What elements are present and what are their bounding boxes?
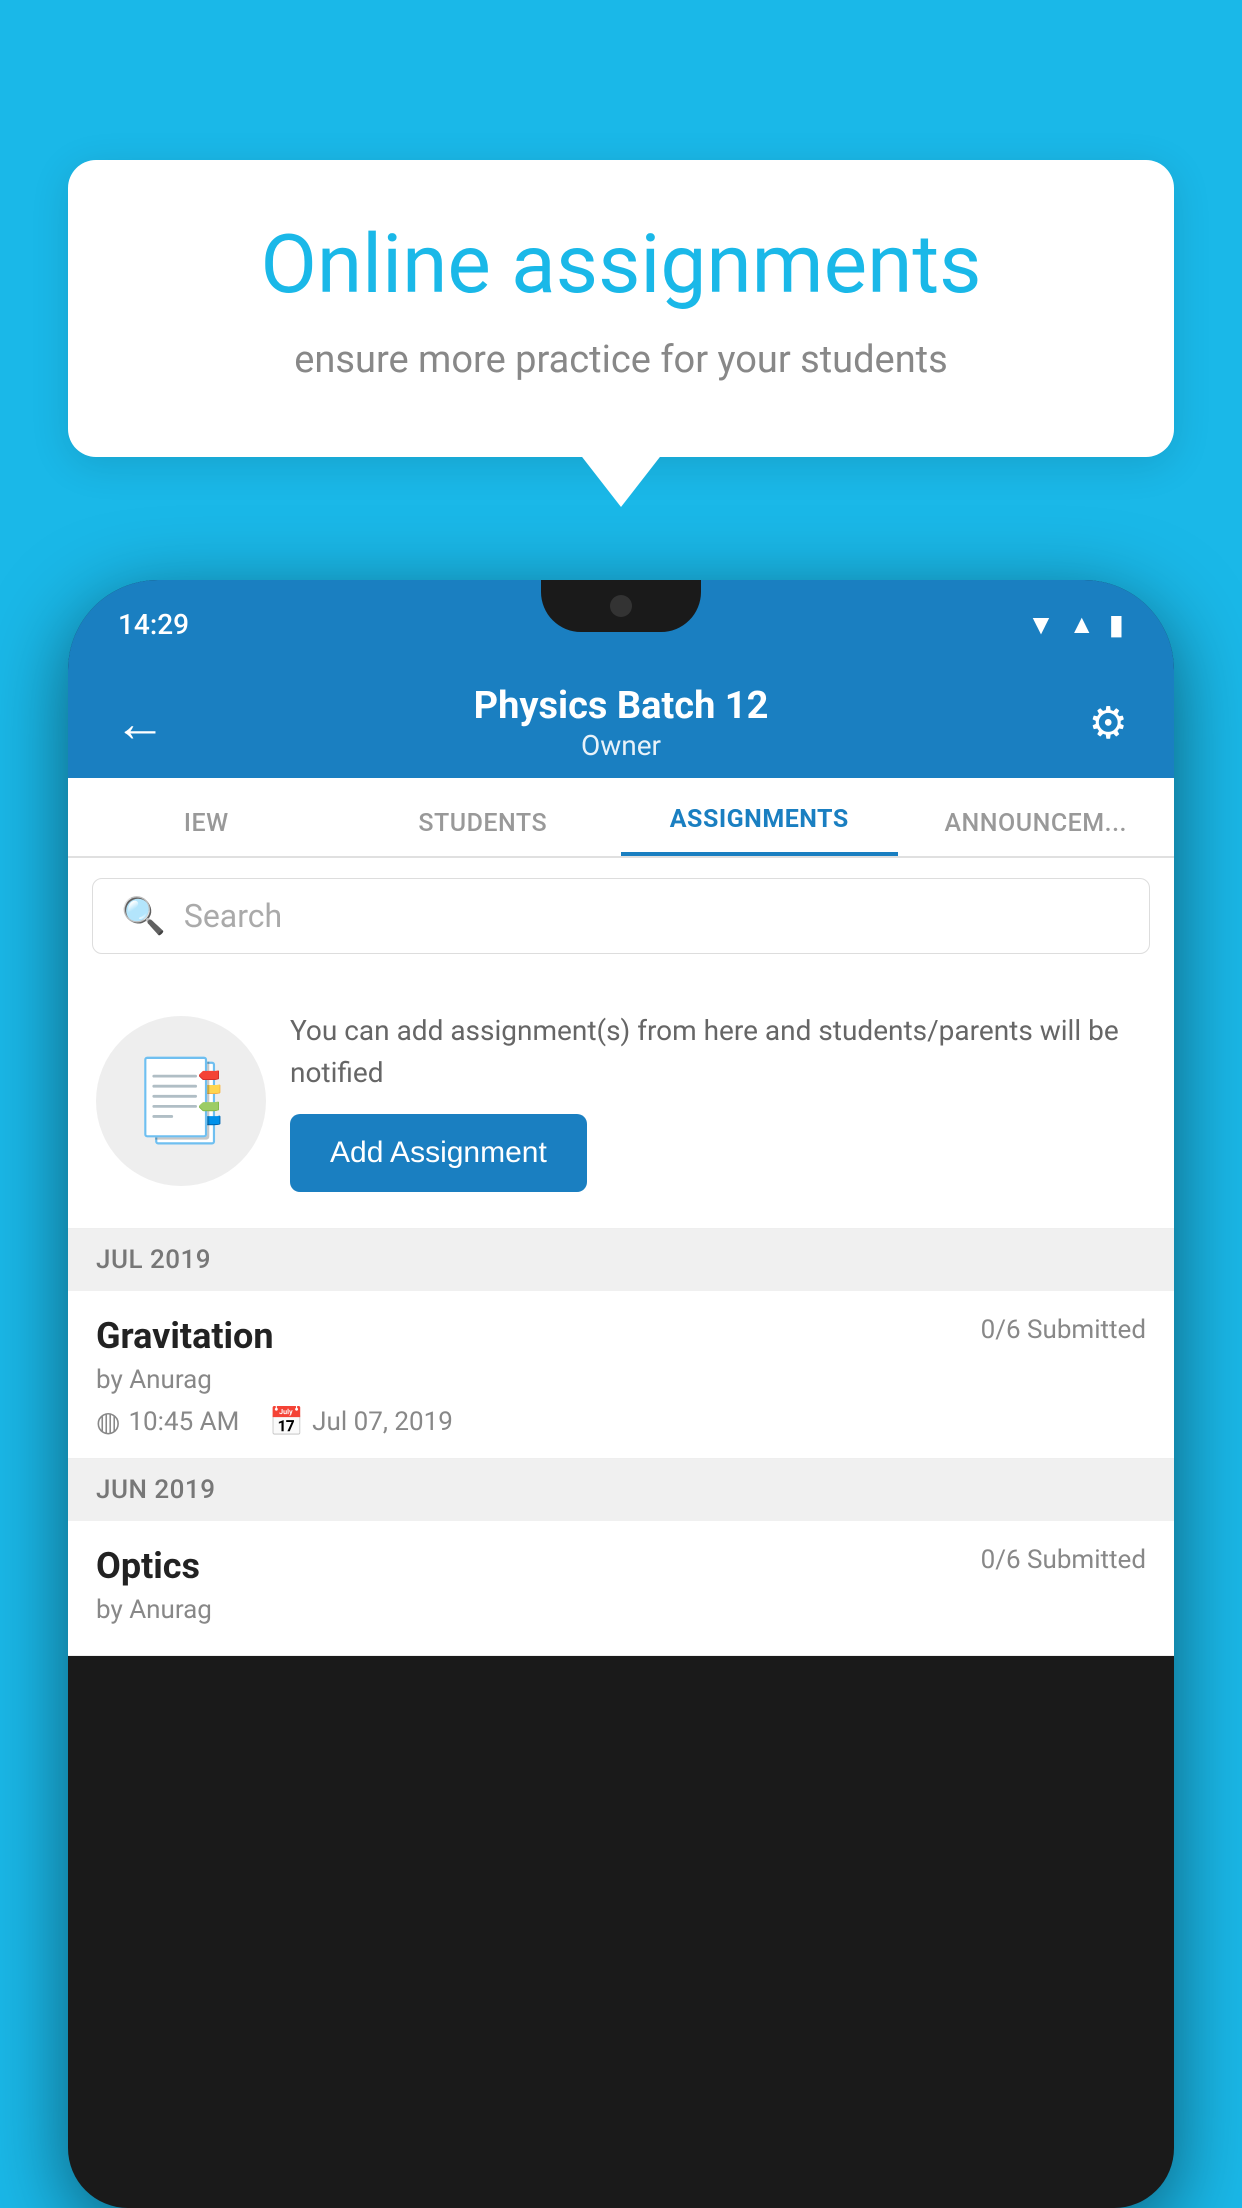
submitted-label: 0/6 Submitted bbox=[981, 1315, 1146, 1345]
phone-shell: 14:29 ▼ ▲ ▮ ← Physics Batch 12 Owner ⚙ I… bbox=[68, 580, 1174, 2208]
status-time: 14:29 bbox=[118, 608, 189, 641]
promo-text: You can add assignment(s) from here and … bbox=[290, 1010, 1146, 1094]
status-bar: 14:29 ▼ ▲ ▮ bbox=[68, 580, 1174, 668]
add-assignment-button[interactable]: Add Assignment bbox=[290, 1114, 587, 1192]
phone-content: 🔍 Search 📑 You can add assignment(s) fro… bbox=[68, 858, 1174, 1656]
notch bbox=[541, 580, 701, 632]
promo-right: You can add assignment(s) from here and … bbox=[290, 1010, 1146, 1192]
assignment-card-gravitation[interactable]: Gravitation 0/6 Submitted by Anurag ◍ 10… bbox=[68, 1291, 1174, 1459]
app-bar: ← Physics Batch 12 Owner ⚙ bbox=[68, 668, 1174, 778]
assignment-meta: ◍ 10:45 AM 📅 Jul 07, 2019 bbox=[96, 1405, 1146, 1438]
notebook-icon: 📑 bbox=[131, 1054, 231, 1148]
speech-subtitle: ensure more practice for your students bbox=[138, 334, 1104, 387]
back-button[interactable]: ← bbox=[104, 683, 176, 764]
tab-students[interactable]: STUDENTS bbox=[345, 809, 622, 856]
speech-card: Online assignments ensure more practice … bbox=[68, 160, 1174, 457]
signal-icon: ▲ bbox=[1069, 609, 1095, 640]
assignment-title-optics: Optics bbox=[96, 1545, 200, 1587]
submitted-label-optics: 0/6 Submitted bbox=[981, 1545, 1146, 1575]
speech-title: Online assignments bbox=[138, 220, 1104, 310]
assignment-by-optics: by Anurag bbox=[96, 1595, 1146, 1625]
assignment-card-optics[interactable]: Optics 0/6 Submitted by Anurag bbox=[68, 1521, 1174, 1656]
app-bar-subtitle: Owner bbox=[474, 729, 769, 762]
assignment-header-optics: Optics 0/6 Submitted bbox=[96, 1545, 1146, 1587]
battery-icon: ▮ bbox=[1109, 608, 1124, 641]
section-jul-2019: JUL 2019 bbox=[68, 1229, 1174, 1291]
assignment-date: 📅 Jul 07, 2019 bbox=[269, 1405, 453, 1438]
assignment-by: by Anurag bbox=[96, 1365, 1146, 1395]
search-container: 🔍 Search bbox=[68, 858, 1174, 974]
tabs-bar: IEW STUDENTS ASSIGNMENTS ANNOUNCEM... bbox=[68, 778, 1174, 858]
notebook-circle: 📑 bbox=[96, 1016, 266, 1186]
status-icons: ▼ ▲ ▮ bbox=[1027, 608, 1124, 641]
calendar-icon: 📅 bbox=[269, 1405, 304, 1438]
assignment-header: Gravitation 0/6 Submitted bbox=[96, 1315, 1146, 1357]
assignment-title: Gravitation bbox=[96, 1315, 274, 1357]
section-jun-2019: JUN 2019 bbox=[68, 1459, 1174, 1521]
tab-iew[interactable]: IEW bbox=[68, 809, 345, 856]
search-placeholder: Search bbox=[184, 897, 282, 935]
search-box[interactable]: 🔍 Search bbox=[92, 878, 1150, 954]
assignment-time: ◍ 10:45 AM bbox=[96, 1405, 239, 1438]
clock-icon: ◍ bbox=[96, 1405, 120, 1438]
camera bbox=[610, 595, 632, 617]
app-bar-title: Physics Batch 12 bbox=[474, 684, 769, 730]
promo-area: 📑 You can add assignment(s) from here an… bbox=[68, 974, 1174, 1229]
search-icon: 🔍 bbox=[121, 895, 166, 937]
settings-button[interactable]: ⚙ bbox=[1079, 687, 1138, 759]
app-bar-title-group: Physics Batch 12 Owner bbox=[474, 684, 769, 763]
tab-assignments[interactable]: ASSIGNMENTS bbox=[621, 805, 898, 856]
wifi-icon: ▼ bbox=[1027, 608, 1055, 641]
tab-announcements[interactable]: ANNOUNCEM... bbox=[898, 809, 1175, 856]
